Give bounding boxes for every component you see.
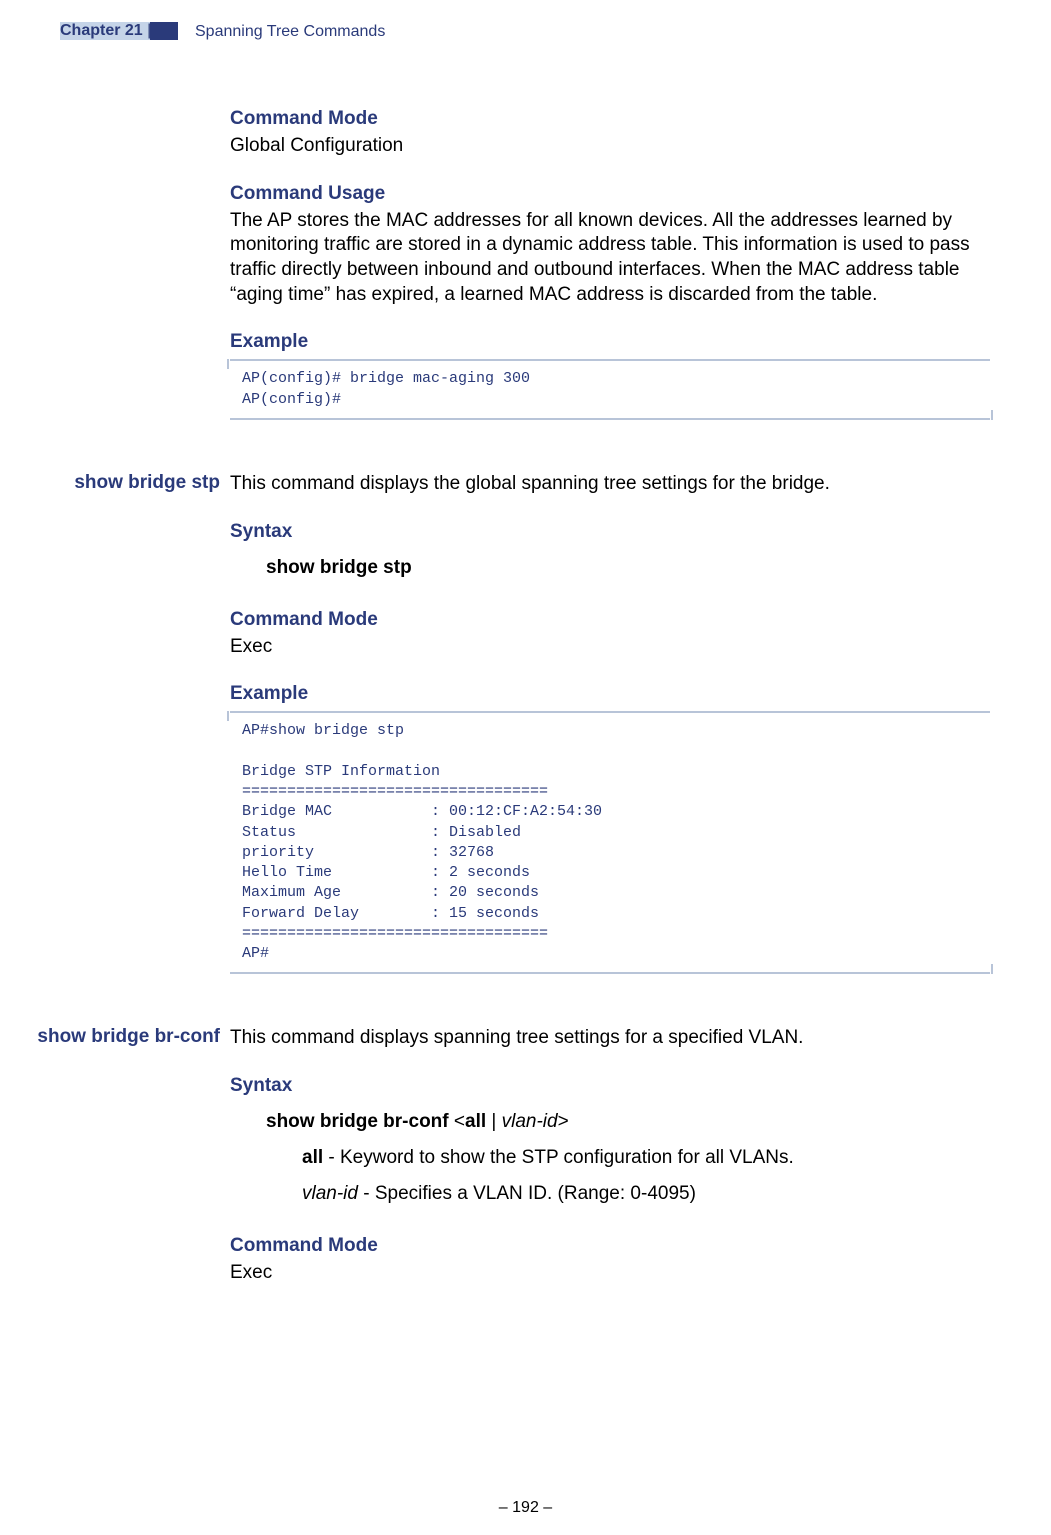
syntax-text-2: show bridge stp <box>266 557 412 578</box>
syntax-heading-3: Syntax <box>230 1075 990 1097</box>
example-box-2: AP#show bridge stp Bridge STP Informatio… <box>230 711 990 974</box>
command-usage-text: The AP stores the MAC addresses for all … <box>230 209 990 308</box>
example-code-1: AP(config)# bridge mac-aging 300 AP(conf… <box>242 369 978 410</box>
command-usage-heading: Command Usage <box>230 183 990 205</box>
show-bridge-stp-description: This command displays the global spannin… <box>230 472 990 497</box>
syntax-angle-open: < <box>454 1111 465 1132</box>
param-all-text: - Keyword to show the STP configuration … <box>323 1147 794 1168</box>
command-mode-heading: Command Mode <box>230 108 990 130</box>
syntax-vlanid: vlan-id <box>502 1111 558 1132</box>
syntax-line-3: show bridge br-conf <all | vlan-id> <box>230 1111 990 1133</box>
param-vlan-italic: vlan-id <box>302 1183 358 1204</box>
syntax-angle-close: > <box>558 1111 569 1132</box>
syntax-pipe: | <box>486 1111 502 1132</box>
section-show-bridge-br-conf: show bridge br-conf This command display… <box>230 1026 990 1285</box>
example-code-2: AP#show bridge stp Bridge STP Informatio… <box>242 721 978 964</box>
command-mode-text: Global Configuration <box>230 134 990 159</box>
param-vlan-line: vlan-id - Specifies a VLAN ID. (Range: 0… <box>230 1183 990 1205</box>
section-show-bridge-stp: show bridge stp This command displays th… <box>230 472 990 974</box>
param-all-line: all - Keyword to show the STP configurat… <box>230 1147 990 1169</box>
example-heading-2: Example <box>230 683 990 705</box>
param-vlan-text: - Specifies a VLAN ID. (Range: 0-4095) <box>358 1183 696 1204</box>
example-box-1: AP(config)# bridge mac-aging 300 AP(conf… <box>230 359 990 420</box>
command-mode-text-2: Exec <box>230 635 990 660</box>
section-command-mode-usage: Command Mode Global Configuration Comman… <box>230 108 990 420</box>
page-number: – 192 – <box>0 1499 1051 1517</box>
syntax-all-keyword: all <box>465 1111 486 1132</box>
syntax-heading-2: Syntax <box>230 521 990 543</box>
command-mode-heading-2: Command Mode <box>230 609 990 631</box>
command-mode-text-3: Exec <box>230 1261 990 1286</box>
command-mode-heading-3: Command Mode <box>230 1235 990 1257</box>
header-accent-dark <box>150 22 178 40</box>
syntax-cmd-prefix: show bridge br-conf <box>266 1111 454 1132</box>
chapter-label: Chapter 21 | <box>60 22 151 40</box>
side-label-show-bridge-stp: show bridge stp <box>55 472 220 494</box>
show-bridge-br-conf-description: This command displays spanning tree sett… <box>230 1026 990 1051</box>
chapter-title: Spanning Tree Commands <box>195 23 385 41</box>
chapter-label-text: Chapter 21 <box>60 22 143 39</box>
example-heading-1: Example <box>230 331 990 353</box>
side-label-show-bridge-br-conf: show bridge br-conf <box>25 1026 220 1048</box>
param-all-bold: all <box>302 1147 323 1168</box>
